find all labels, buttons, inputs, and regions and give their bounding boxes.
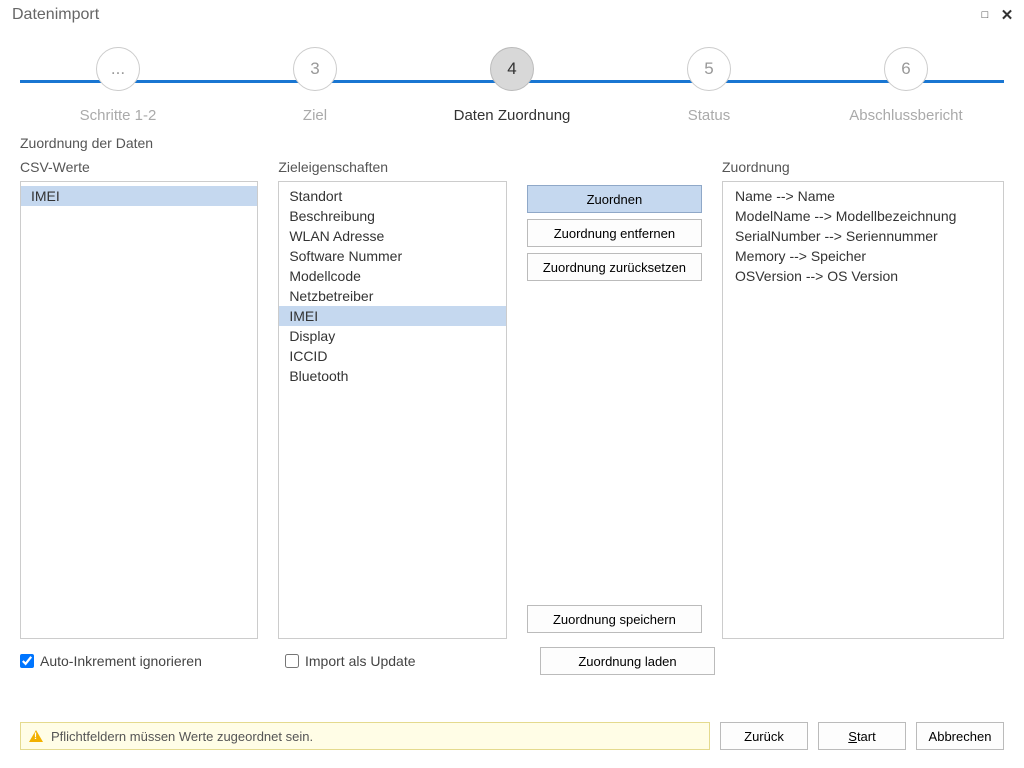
maximize-icon[interactable]: □ — [976, 9, 994, 21]
list-item[interactable]: Modellcode — [279, 266, 506, 286]
list-item[interactable]: ICCID — [279, 346, 506, 366]
window-title: Datenimport — [12, 6, 972, 24]
checkbox-input[interactable] — [285, 654, 299, 668]
step-circle: ... — [96, 47, 140, 91]
step-circle: 3 — [293, 47, 337, 91]
step-abschluss[interactable]: 6 Abschlussbericht — [808, 47, 1004, 124]
csv-listbox[interactable]: IMEI — [20, 181, 258, 639]
list-item[interactable]: Standort — [279, 186, 506, 206]
back-button[interactable]: Zurück — [720, 722, 808, 750]
list-item[interactable]: IMEI — [279, 306, 506, 326]
list-item[interactable]: IMEI — [21, 186, 257, 206]
start-button[interactable]: Start — [818, 722, 906, 750]
validation-message: Pflichtfeldern müssen Werte zugeordnet s… — [20, 722, 710, 750]
step-label: Schritte 1-2 — [20, 107, 216, 124]
mapping-row[interactable]: Name --> Name — [723, 186, 1003, 206]
titlebar: Datenimport □ ✕ — [0, 0, 1024, 30]
step-label: Ziel — [217, 107, 413, 124]
step-ziel[interactable]: 3 Ziel — [217, 47, 413, 124]
step-label: Daten Zuordnung — [414, 107, 610, 124]
unmap-button[interactable]: Zuordnung entfernen — [527, 219, 702, 247]
step-1-2[interactable]: ... Schritte 1-2 — [20, 47, 216, 124]
checkbox-label: Auto-Inkrement ignorieren — [40, 653, 202, 669]
message-text: Pflichtfeldern müssen Werte zugeordnet s… — [51, 729, 313, 744]
mapping-row[interactable]: Memory --> Speicher — [723, 246, 1003, 266]
reset-mapping-button[interactable]: Zuordnung zurücksetzen — [527, 253, 702, 281]
auto-increment-checkbox[interactable]: Auto-Inkrement ignorieren — [20, 653, 265, 669]
checkbox-label: Import als Update — [305, 653, 416, 669]
mapping-row[interactable]: OSVersion --> OS Version — [723, 266, 1003, 286]
list-item[interactable]: Bluetooth — [279, 366, 506, 386]
warning-icon — [29, 730, 43, 742]
close-icon[interactable]: ✕ — [998, 6, 1016, 24]
section-title: Zuordnung der Daten — [0, 123, 1024, 159]
list-item[interactable]: Beschreibung — [279, 206, 506, 226]
checkbox-input[interactable] — [20, 654, 34, 668]
step-label: Status — [611, 107, 807, 124]
list-item[interactable]: Netzbetreiber — [279, 286, 506, 306]
step-circle: 5 — [687, 47, 731, 91]
mapping-row[interactable]: SerialNumber --> Seriennummer — [723, 226, 1003, 246]
target-listbox[interactable]: Standort Beschreibung WLAN Adresse Softw… — [278, 181, 507, 639]
mapping-row[interactable]: ModelName --> Modellbezeichnung — [723, 206, 1003, 226]
wizard-stepper: ... Schritte 1-2 3 Ziel 4 Daten Zuordnun… — [0, 30, 1024, 123]
save-mapping-button[interactable]: Zuordnung speichern — [527, 605, 702, 633]
list-item[interactable]: Display — [279, 326, 506, 346]
map-button[interactable]: Zuordnen — [527, 185, 702, 213]
load-mapping-button[interactable]: Zuordnung laden — [540, 647, 715, 675]
list-item[interactable]: WLAN Adresse — [279, 226, 506, 246]
mapping-header: Zuordnung — [722, 159, 1004, 181]
csv-header: CSV-Werte — [20, 159, 258, 181]
step-status[interactable]: 5 Status — [611, 47, 807, 124]
step-label: Abschlussbericht — [808, 107, 1004, 124]
step-circle: 6 — [884, 47, 928, 91]
import-update-checkbox[interactable]: Import als Update — [285, 653, 520, 669]
target-header: Zieleigenschaften — [278, 159, 507, 181]
list-item[interactable]: Software Nummer — [279, 246, 506, 266]
step-daten-zuordnung[interactable]: 4 Daten Zuordnung — [414, 47, 610, 124]
mapping-listbox[interactable]: Name --> Name ModelName --> Modellbezeic… — [722, 181, 1004, 639]
cancel-button[interactable]: Abbrechen — [916, 722, 1004, 750]
step-circle: 4 — [490, 47, 534, 91]
